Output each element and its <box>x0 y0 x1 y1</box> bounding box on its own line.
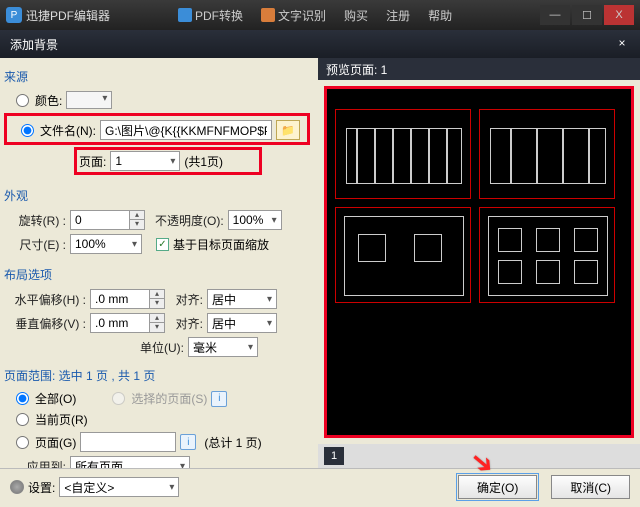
cad-drawing-4 <box>479 207 615 303</box>
top-tabs: PDF转换 文字识别 购买 注册 帮助 <box>170 4 460 27</box>
label-apply: 应用到: <box>4 458 66 469</box>
label-settings: 设置: <box>28 479 55 496</box>
section-source: 来源 <box>4 68 310 85</box>
highlight-file-row: 文件名(N): 📁 <box>4 113 310 145</box>
hoffset-spinner[interactable]: ▴▾ <box>90 289 165 309</box>
opacity-select[interactable]: 100% <box>228 210 282 230</box>
preview-area <box>324 86 634 438</box>
window-minimize[interactable]: — <box>540 5 570 25</box>
tab-help[interactable]: 帮助 <box>420 4 460 27</box>
label-unit: 单位(U): <box>4 339 184 356</box>
radio-selected <box>112 392 125 405</box>
left-panel: 来源 颜色: 文件名(N): 📁 页面: 1 (共1页) 外观 旋转(R) : … <box>0 58 318 468</box>
section-range: 页面范围: 选中 1 页 , 共 1 页 <box>4 367 310 384</box>
window-maximize[interactable]: ☐ <box>572 5 602 25</box>
app-titlebar: P 迅捷PDF编辑器 PDF转换 文字识别 购买 注册 帮助 — ☐ X <box>0 0 640 30</box>
info-icon[interactable]: i <box>211 391 227 407</box>
radio-color[interactable] <box>16 94 29 107</box>
label-color: 颜色: <box>35 92 62 109</box>
cad-drawing-1 <box>335 109 471 199</box>
tab-ocr[interactable]: 文字识别 <box>253 4 334 27</box>
color-picker[interactable] <box>66 91 112 109</box>
label-align-h: 对齐: <box>169 291 203 308</box>
pages-input[interactable] <box>80 432 176 452</box>
right-panel: 预览页面: 1 <box>318 58 640 468</box>
section-layout: 布局选项 <box>4 266 310 283</box>
voffset-spinner[interactable]: ▴▾ <box>90 313 165 333</box>
page-select[interactable]: 1 <box>110 151 180 171</box>
radio-current[interactable] <box>16 413 29 426</box>
label-pages-total: (总计 1 页) <box>204 434 261 451</box>
cancel-button[interactable]: 取消(C) <box>551 475 630 499</box>
app-icon: P <box>6 7 22 23</box>
window-close[interactable]: X <box>604 5 634 25</box>
rotate-spinner[interactable]: ▴▾ <box>70 210 145 230</box>
label-voffset: 垂直偏移(V) : <box>4 315 86 332</box>
gear-icon <box>10 480 24 494</box>
apply-select[interactable]: 所有页面 <box>70 456 190 468</box>
align-v-select[interactable]: 居中 <box>207 313 277 333</box>
section-appearance: 外观 <box>4 187 310 204</box>
tab-pdf-convert[interactable]: PDF转换 <box>170 4 251 27</box>
radio-pages[interactable] <box>16 436 29 449</box>
label-filename: 文件名(N): <box>40 122 96 139</box>
size-select[interactable]: 100% <box>70 234 142 254</box>
cad-drawing-3 <box>335 207 471 303</box>
label-size: 尺寸(E) : <box>4 236 66 253</box>
window-controls: — ☐ X <box>540 5 634 25</box>
tab-buy[interactable]: 购买 <box>336 4 376 27</box>
cad-drawing-2 <box>479 109 615 199</box>
ok-button[interactable]: 确定(O) <box>458 475 537 499</box>
highlight-page-row: 页面: 1 (共1页) <box>74 147 262 175</box>
dialog-titlebar: 添加背景 × <box>0 30 640 58</box>
filename-input[interactable] <box>100 120 272 140</box>
thumbnail-1[interactable]: 1 <box>324 447 344 465</box>
align-h-select[interactable]: 居中 <box>207 289 277 309</box>
unit-select[interactable]: 毫米 <box>188 337 258 357</box>
radio-filename[interactable] <box>21 124 34 137</box>
label-hoffset: 水平偏移(H) : <box>4 291 86 308</box>
tab-register[interactable]: 注册 <box>378 4 418 27</box>
label-rotate: 旋转(R) : <box>4 212 66 229</box>
label-align-v: 对齐: <box>169 315 203 332</box>
preview-header: 预览页面: 1 <box>318 58 640 80</box>
dialog-close[interactable]: × <box>614 36 630 52</box>
browse-button[interactable]: 📁 <box>276 120 300 140</box>
label-page: 页面: <box>79 153 106 170</box>
radio-all[interactable] <box>16 392 29 405</box>
thumbnail-bar: 1 <box>318 444 640 468</box>
scale-checkbox[interactable]: ✓基于目标页面缩放 <box>156 236 269 253</box>
dialog-title: 添加背景 <box>10 36 58 53</box>
label-page-total: (共1页) <box>184 153 223 170</box>
app-title: 迅捷PDF编辑器 <box>26 7 110 24</box>
label-opacity: 不透明度(O): <box>155 212 224 229</box>
dialog-footer: 设置: <自定义> 确定(O) 取消(C) ➔ <box>0 468 640 505</box>
info-icon-2[interactable]: i <box>180 434 196 450</box>
settings-select[interactable]: <自定义> <box>59 477 179 497</box>
